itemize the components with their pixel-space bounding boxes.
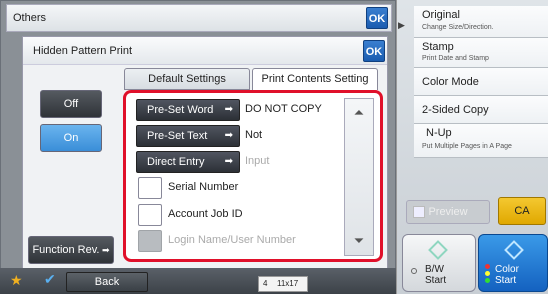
preset-text-value: Not xyxy=(245,129,263,141)
n-up-label: N-Up xyxy=(426,127,452,139)
preset-word-button[interactable]: Pre-Set Word ➡ xyxy=(136,99,240,121)
bottom-bar xyxy=(0,268,396,294)
preset-word-value: DO NOT COPY xyxy=(245,103,322,115)
n-up-item[interactable]: N-Up Put Multiple Pages in A Page xyxy=(414,124,548,158)
bw-label: B/W xyxy=(425,264,444,275)
preview-icon xyxy=(413,206,425,218)
off-button[interactable]: Off xyxy=(40,90,102,118)
start-diamond-icon xyxy=(504,240,524,260)
account-job-id-label: Account Job ID xyxy=(168,208,243,220)
outer-title-bar: Others xyxy=(6,4,392,32)
bw-start-button[interactable]: B/W Start xyxy=(402,234,476,292)
n-up-sub: Put Multiple Pages in A Page xyxy=(422,143,512,150)
color-label: Color xyxy=(495,264,519,275)
original-sub: Change Size/Direction. xyxy=(422,24,494,31)
dialog-ok-button[interactable]: OK xyxy=(363,40,385,62)
right-panel-toggle[interactable]: ▶ xyxy=(398,20,412,34)
start-diamond-icon xyxy=(428,240,448,260)
color-mode-label: Color Mode xyxy=(422,76,479,88)
color-dots-icon xyxy=(485,271,490,276)
login-name-checkbox xyxy=(138,230,162,252)
paper-size: 11x17 xyxy=(277,279,299,288)
back-button[interactable]: Back xyxy=(66,272,148,292)
outer-title: Others xyxy=(13,12,47,24)
check-icon[interactable]: ✔ xyxy=(44,271,56,288)
arrow-right-icon: ➡ xyxy=(224,156,233,167)
direct-entry-label: Direct Entry xyxy=(147,156,205,168)
bw-start-label: Start xyxy=(425,275,447,286)
tray-number: 4 xyxy=(263,279,268,288)
dialog-title-bar: Hidden Pattern Print xyxy=(23,37,387,65)
paper-tray-indicator: 4 11x17 xyxy=(258,276,308,292)
serial-number-label: Serial Number xyxy=(168,181,239,193)
two-sided-copy-label: 2-Sided Copy xyxy=(422,104,489,116)
tab-default-settings[interactable]: Default Settings xyxy=(124,68,250,90)
arrow-right-icon: ➡ xyxy=(99,245,110,255)
on-button[interactable]: On xyxy=(40,124,102,152)
preset-text-button[interactable]: Pre-Set Text ➡ xyxy=(136,125,240,147)
color-start-label: Start xyxy=(495,275,517,286)
color-start-button[interactable]: Color Start xyxy=(478,234,548,292)
serial-number-checkbox[interactable] xyxy=(138,177,162,199)
color-dots-icon xyxy=(485,264,490,269)
stamp-sub: Print Date and Stamp xyxy=(422,55,489,62)
dialog-title: Hidden Pattern Print xyxy=(33,45,133,57)
scroll-down-icon[interactable]: ⏷ xyxy=(344,226,374,256)
preview-label: Preview xyxy=(428,206,468,218)
direct-entry-value: Input xyxy=(245,155,270,167)
preview-button[interactable]: Preview xyxy=(406,200,490,224)
function-rev-label: Function Rev. xyxy=(32,244,100,256)
login-name-label: Login Name/User Number xyxy=(168,234,296,246)
function-rev-button[interactable]: Function Rev. ➡ xyxy=(28,236,114,264)
bw-radio-icon xyxy=(411,268,417,274)
color-dots-icon xyxy=(485,278,490,283)
scroll-up-icon[interactable]: ⏶ xyxy=(344,98,374,128)
arrow-right-icon: ➡ xyxy=(224,104,233,115)
preset-word-label: Pre-Set Word xyxy=(147,104,214,116)
account-job-id-checkbox[interactable] xyxy=(138,204,162,226)
color-mode-item[interactable]: Color Mode xyxy=(414,68,548,96)
preset-text-label: Pre-Set Text xyxy=(147,130,208,142)
tab-print-contents-setting[interactable]: Print Contents Setting xyxy=(252,68,378,90)
arrow-right-icon: ➡ xyxy=(224,130,233,141)
stamp-label: Stamp xyxy=(422,41,454,53)
outer-ok-button[interactable]: OK xyxy=(366,7,388,29)
original-label: Original xyxy=(422,9,460,21)
two-sided-copy-item[interactable]: 2-Sided Copy xyxy=(414,96,548,124)
ca-button[interactable]: CA xyxy=(498,197,546,225)
stamp-item[interactable]: Stamp Print Date and Stamp xyxy=(414,38,548,68)
star-icon[interactable]: ★ xyxy=(10,272,23,289)
direct-entry-button[interactable]: Direct Entry ➡ xyxy=(136,151,240,173)
original-item[interactable]: Original Change Size/Direction. xyxy=(414,6,548,38)
